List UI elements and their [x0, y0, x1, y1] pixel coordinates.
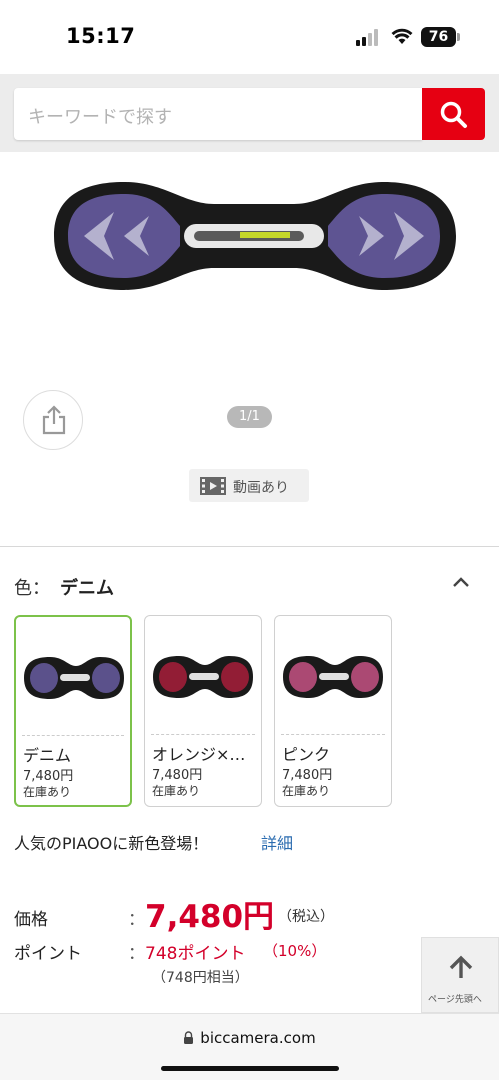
battery-nub — [457, 33, 460, 41]
video-label: 動画あり — [233, 480, 289, 496]
price-value: 7,480円 — [145, 899, 275, 935]
lock-icon — [184, 1031, 194, 1044]
film-icon — [200, 477, 226, 495]
point-label: ポイント — [14, 944, 82, 964]
url-display: biccamera.com — [0, 1029, 499, 1047]
price-tax-note: （税込） — [278, 909, 334, 925]
color-option-denim[interactable]: デニム 7,480円 在庫あり — [14, 615, 132, 807]
search-header: キーワードで探す — [0, 74, 499, 152]
share-button[interactable] — [23, 390, 83, 450]
point-value: 748ポイント — [145, 944, 246, 964]
wifi-icon — [391, 28, 413, 44]
arrow-up-icon — [449, 955, 473, 978]
color-selected-name: デニム — [60, 578, 114, 599]
chevron-up-icon[interactable] — [452, 576, 470, 588]
back-to-top-button[interactable]: ページ先頭へ — [421, 937, 499, 1013]
price-colon: ： — [128, 910, 145, 930]
search-icon — [440, 101, 467, 128]
swatch-price: 7,480円 — [282, 768, 333, 783]
share-icon — [42, 405, 66, 435]
swatch-name: オレンジ×… — [152, 745, 246, 764]
section-divider — [0, 546, 499, 547]
image-pager: 1/1 — [227, 406, 272, 428]
swatch-separator — [151, 734, 255, 735]
swatch-stock: 在庫あり — [23, 785, 72, 799]
swatch-separator — [281, 734, 385, 735]
promo-text: 人気のPIAOOに新色登場！ — [14, 834, 209, 853]
search-placeholder: キーワードで探す — [28, 107, 172, 128]
swatch-separator — [22, 735, 124, 736]
video-badge[interactable]: 動画あり — [189, 469, 309, 502]
signal-icon — [356, 28, 382, 46]
product-image[interactable] — [44, 176, 464, 296]
swatch-name: ピンク — [282, 745, 331, 764]
color-option-orange[interactable]: オレンジ×… 7,480円 在庫あり — [144, 615, 262, 807]
url-domain: biccamera.com — [200, 1029, 316, 1047]
back-to-top-label: ページ先頭へ — [428, 995, 482, 1005]
price-label: 価格 — [14, 910, 48, 930]
browser-url-bar[interactable]: biccamera.com — [0, 1013, 499, 1080]
swatch-image — [283, 656, 383, 698]
swatch-price: 7,480円 — [152, 768, 203, 783]
promo-details-link[interactable]: 詳細 — [261, 830, 293, 854]
color-prefix: 色： — [14, 578, 50, 599]
battery-indicator: 76 — [421, 27, 456, 47]
point-equivalent: （748円相当） — [152, 970, 249, 986]
home-indicator — [161, 1066, 339, 1071]
swatch-stock: 在庫あり — [152, 784, 201, 798]
swatch-name: デニム — [23, 746, 72, 765]
swatch-stock: 在庫あり — [282, 784, 331, 798]
color-header: 色： デニム — [14, 574, 114, 600]
point-rate: （10%） — [263, 942, 327, 960]
swatch-image — [24, 657, 124, 699]
swatch-image — [153, 656, 253, 698]
search-button[interactable] — [422, 88, 485, 140]
swatch-price: 7,480円 — [23, 769, 74, 784]
status-time: 15:17 — [66, 24, 136, 48]
point-colon: ： — [128, 944, 145, 964]
color-option-pink[interactable]: ピンク 7,480円 在庫あり — [274, 615, 392, 807]
search-input[interactable]: キーワードで探す — [14, 88, 422, 140]
status-bar: 15:17 76 — [0, 0, 499, 74]
